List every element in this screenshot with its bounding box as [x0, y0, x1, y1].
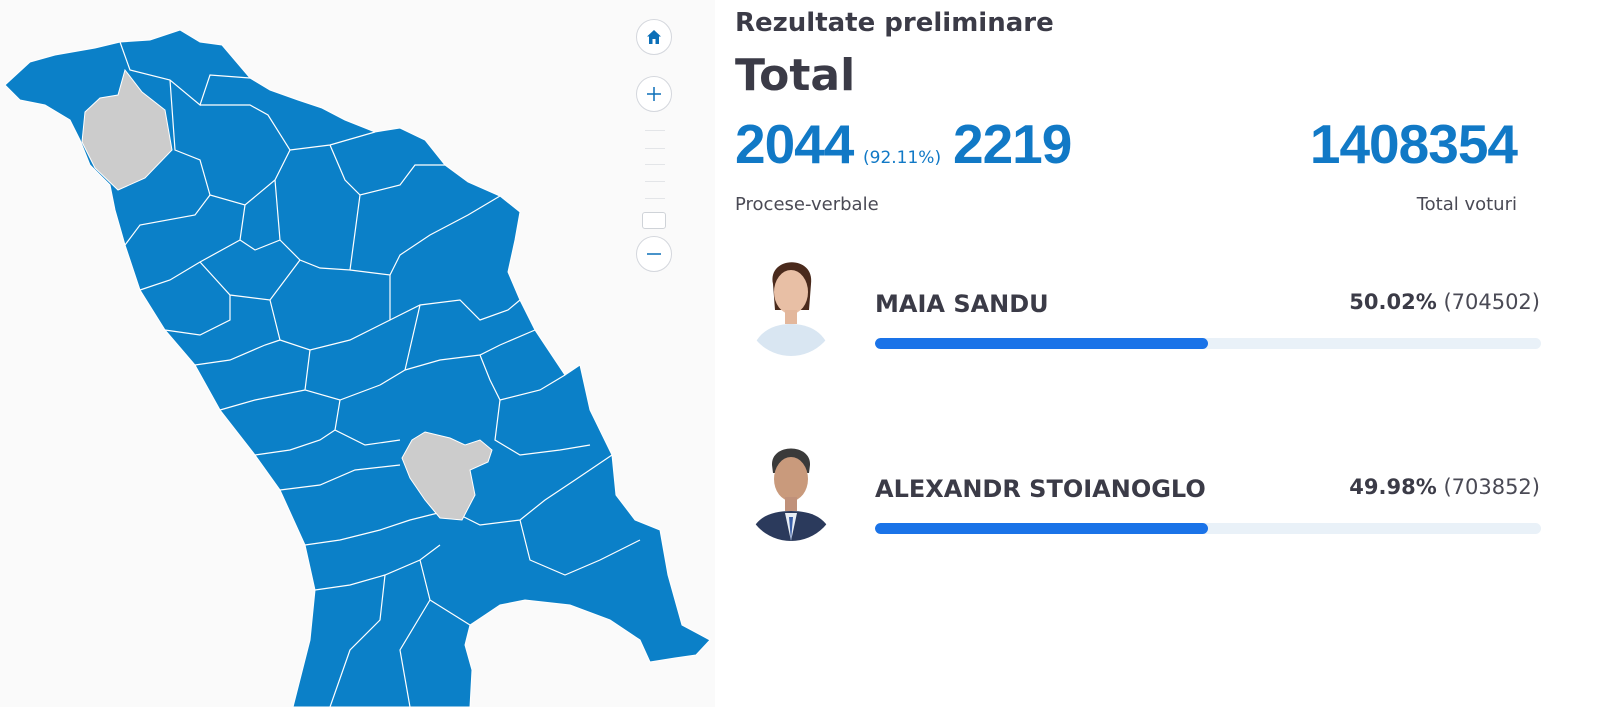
page-subtitle: Rezultate preliminare: [735, 8, 1054, 38]
zoom-out-button[interactable]: [636, 236, 672, 272]
vote-share-bar: [875, 523, 1208, 534]
vote-share-bar-track: [875, 523, 1541, 534]
candidate-photo: [745, 429, 837, 541]
total-votes-count: 1408354: [1309, 113, 1518, 175]
candidate-row[interactable]: ALEXANDR STOIANOGLO 49.98% (703852): [735, 425, 1545, 555]
candidate-votes: (703852): [1443, 475, 1540, 499]
plus-icon: [647, 87, 661, 101]
results-map-panel: [0, 0, 715, 707]
candidate-percent: 49.98%: [1349, 475, 1437, 499]
candidate-percent: 50.02%: [1349, 290, 1437, 314]
moldova-map[interactable]: [0, 0, 715, 707]
candidate-name: ALEXANDR STOIANOGLO: [875, 475, 1206, 503]
processed-reports-count: 2044: [735, 113, 854, 175]
zoom-scale-tick: [645, 130, 665, 131]
processed-reports-percent: (92.11%): [863, 148, 942, 168]
candidate-result: 50.02% (704502): [1349, 290, 1540, 314]
zoom-slider-handle[interactable]: [642, 212, 666, 229]
candidate-row[interactable]: MAIA SANDU 50.02% (704502): [735, 240, 1545, 370]
candidate-result: 49.98% (703852): [1349, 475, 1540, 499]
total-votes-label: Total voturi: [1416, 194, 1517, 215]
reports-label: Procese-verbale: [735, 194, 879, 215]
home-icon: [647, 30, 661, 44]
vote-share-bar-track: [875, 338, 1541, 349]
zoom-scale-tick: [645, 164, 665, 165]
zoom-in-button[interactable]: [636, 76, 672, 112]
minus-icon: [647, 253, 661, 255]
candidate-photo: [745, 244, 837, 356]
vote-share-bar: [875, 338, 1209, 349]
results-panel: Rezultate preliminare Total 2044 (92.11%…: [735, 0, 1545, 707]
candidate-votes: (704502): [1443, 290, 1540, 314]
total-reports-count: 2219: [953, 113, 1072, 175]
zoom-scale-tick: [645, 198, 665, 199]
home-button[interactable]: [636, 19, 672, 55]
zoom-scale-tick: [645, 148, 665, 149]
candidate-name: MAIA SANDU: [875, 290, 1049, 318]
page-title: Total: [735, 50, 856, 101]
zoom-scale-tick: [645, 181, 665, 182]
